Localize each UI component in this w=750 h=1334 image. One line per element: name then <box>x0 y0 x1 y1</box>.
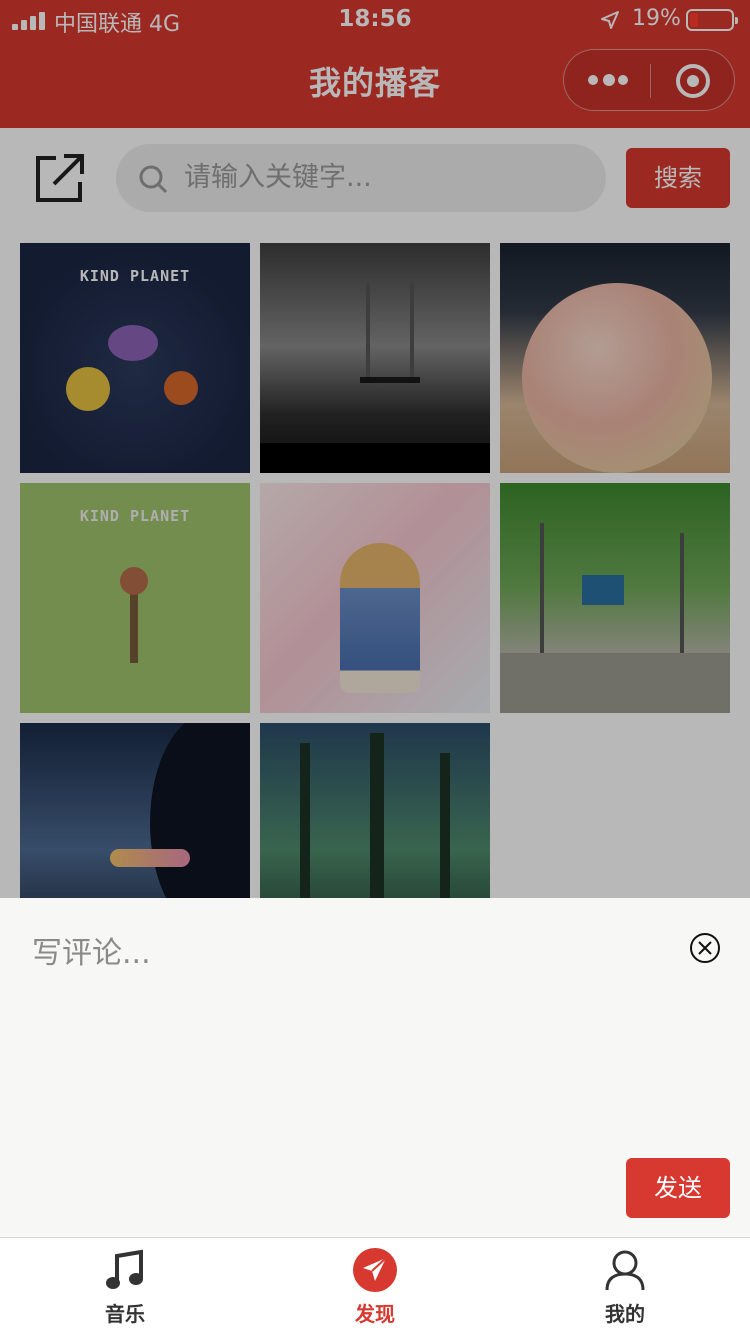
tab-bar: 音乐 发现 我的 <box>0 1237 750 1334</box>
tab-discover[interactable]: 发现 <box>250 1238 500 1334</box>
paper-plane-icon <box>353 1248 397 1292</box>
tab-profile[interactable]: 我的 <box>500 1238 750 1334</box>
music-note-icon <box>106 1249 143 1289</box>
tab-label: 我的 <box>605 1302 645 1326</box>
tab-label: 音乐 <box>105 1302 145 1326</box>
tab-label: 发现 <box>355 1302 395 1326</box>
comment-input[interactable]: 写评论... <box>32 932 652 976</box>
tab-music[interactable]: 音乐 <box>0 1238 250 1334</box>
close-icon[interactable] <box>689 932 721 964</box>
comment-sheet: 写评论... 发送 <box>0 898 750 1237</box>
send-button[interactable]: 发送 <box>626 1158 730 1218</box>
user-icon <box>605 1250 645 1291</box>
